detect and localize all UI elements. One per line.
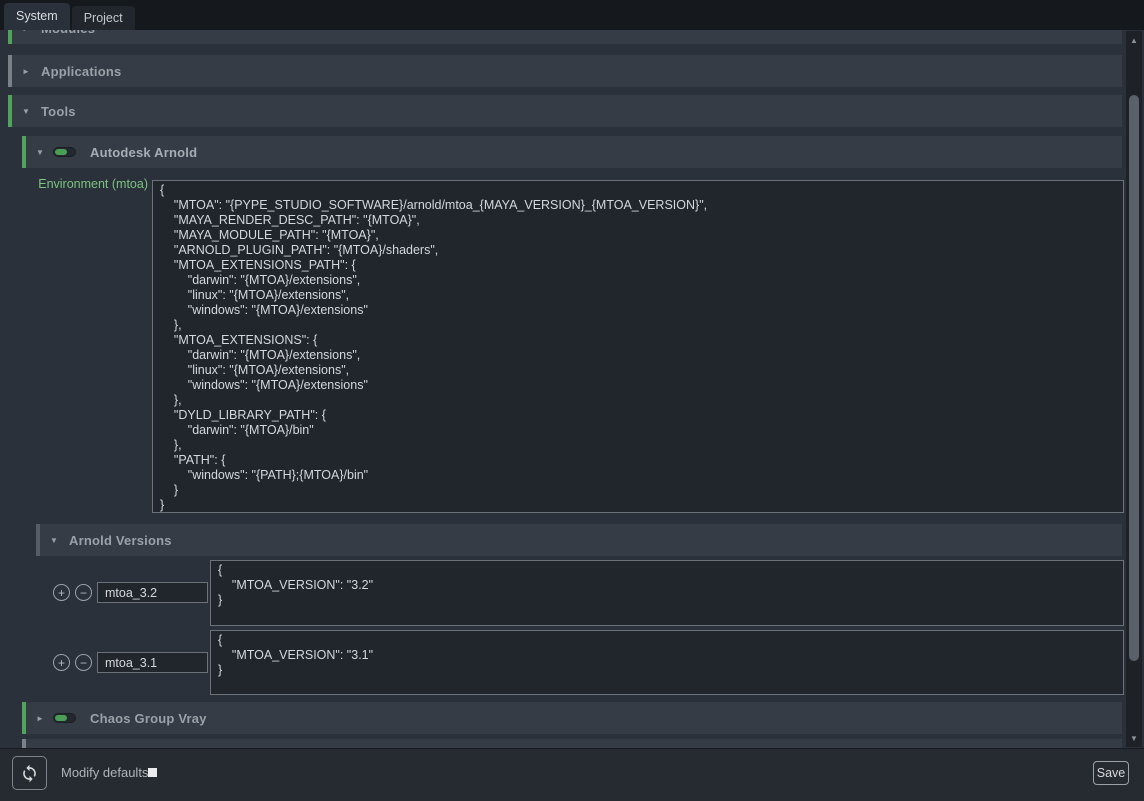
- vray-enabled-toggle[interactable]: [53, 713, 76, 723]
- modify-defaults-checkbox[interactable]: [148, 768, 157, 777]
- section-header-arnold-versions[interactable]: ▼ Arnold Versions: [36, 524, 1122, 556]
- refresh-button[interactable]: [12, 756, 47, 790]
- section-title-arnold-versions: Arnold Versions: [69, 533, 172, 548]
- scroll-up-icon[interactable]: ▲: [1126, 33, 1142, 47]
- footer-bar: [0, 748, 1144, 801]
- section-title-modules: Modules: [41, 30, 95, 36]
- version-key-input[interactable]: [97, 652, 208, 673]
- environment-mtoa-label: Environment (mtoa): [8, 177, 148, 191]
- section-header-modules[interactable]: ► Modules: [8, 30, 1122, 44]
- tab-bar: System Project: [0, 0, 1144, 30]
- expand-arrow-icon: ▼: [50, 536, 61, 545]
- remove-item-button[interactable]: −: [75, 584, 92, 601]
- add-item-button[interactable]: +: [53, 584, 70, 601]
- section-title-tools: Tools: [41, 104, 76, 119]
- add-item-button[interactable]: +: [53, 654, 70, 671]
- section-header-autodesk-arnold[interactable]: ▼ Autodesk Arnold: [22, 136, 1122, 168]
- sync-icon: [20, 764, 39, 783]
- collapse-arrow-icon: ►: [36, 714, 47, 723]
- vertical-scrollbar[interactable]: ▲ ▼: [1126, 31, 1142, 747]
- arnold-enabled-toggle[interactable]: [53, 147, 76, 157]
- expand-arrow-icon: ▼: [22, 107, 33, 116]
- section-title-autodesk-arnold: Autodesk Arnold: [90, 145, 197, 160]
- collapse-arrow-icon: ►: [22, 67, 33, 76]
- modify-defaults-label: Modify defaults: [61, 765, 148, 780]
- settings-scroll-area: ► Modules ► Applications ▼ Tools ▼ Autod…: [0, 30, 1144, 748]
- scrollbar-thumb[interactable]: [1129, 95, 1139, 661]
- version-key-input[interactable]: [97, 582, 208, 603]
- toggle-knob: [55, 715, 67, 721]
- collapse-arrow-icon: ►: [22, 30, 33, 33]
- section-title-applications: Applications: [41, 64, 121, 79]
- clipped-next-section-header[interactable]: [22, 739, 1122, 748]
- section-header-chaos-group-vray[interactable]: ► Chaos Group Vray: [22, 702, 1122, 734]
- tab-project[interactable]: Project: [72, 6, 135, 30]
- version-json-editor[interactable]: { "MTOA_VERSION": "3.1" }: [210, 630, 1124, 695]
- scroll-down-icon[interactable]: ▼: [1126, 731, 1142, 745]
- toggle-knob: [55, 149, 67, 155]
- save-button[interactable]: Save: [1093, 761, 1129, 785]
- expand-arrow-icon: ▼: [36, 148, 47, 157]
- tab-system[interactable]: System: [4, 3, 70, 30]
- section-header-applications[interactable]: ► Applications: [8, 55, 1122, 87]
- section-header-tools[interactable]: ▼ Tools: [8, 95, 1122, 127]
- settings-window: System Project ► Modules ► Applications …: [0, 0, 1144, 801]
- section-title-chaos-group-vray: Chaos Group Vray: [90, 711, 207, 726]
- environment-json-editor[interactable]: { "MTOA": "{PYPE_STUDIO_SOFTWARE}/arnold…: [152, 180, 1124, 513]
- remove-item-button[interactable]: −: [75, 654, 92, 671]
- version-json-editor[interactable]: { "MTOA_VERSION": "3.2" }: [210, 560, 1124, 626]
